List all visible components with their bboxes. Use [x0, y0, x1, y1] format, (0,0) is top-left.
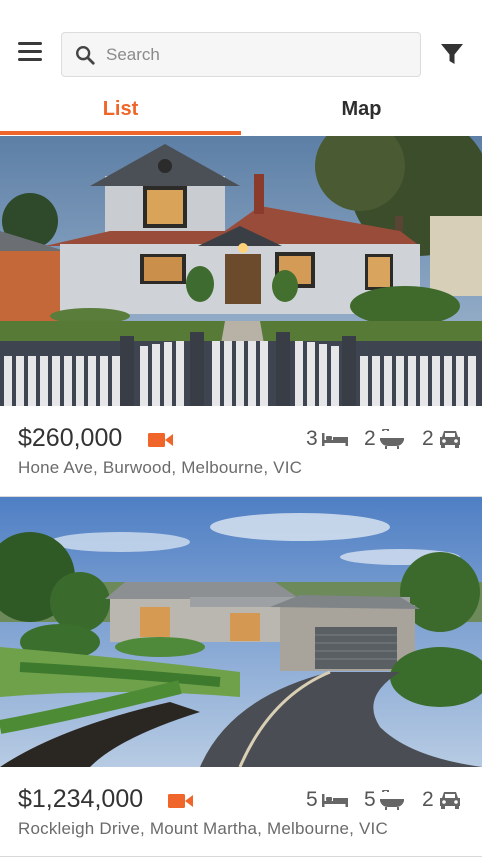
search-input[interactable]	[106, 33, 406, 76]
menu-button[interactable]	[18, 42, 44, 66]
car-icon	[439, 431, 460, 448]
parking-count-value: 2	[422, 427, 434, 450]
listing-price: $260,000	[18, 424, 123, 452]
video-icon[interactable]	[148, 431, 174, 449]
view-tabs: List Map	[0, 92, 482, 136]
search-icon	[76, 46, 95, 65]
video-icon[interactable]	[168, 792, 194, 810]
bedroom-count: 5	[306, 788, 348, 812]
bedroom-count-value: 5	[306, 788, 318, 811]
bedroom-count: 3	[306, 427, 348, 451]
listing-card[interactable]: $1,234,000 Rockleigh Drive, Mount Martha…	[0, 497, 482, 858]
bathtub-icon	[379, 790, 404, 810]
app-header	[0, 0, 482, 92]
filter-icon[interactable]	[440, 42, 464, 66]
listing-address: Rockleigh Drive, Mount Martha, Melbourne…	[18, 819, 388, 838]
bathroom-count: 2	[364, 427, 404, 451]
active-tab-indicator	[0, 131, 241, 135]
tab-list[interactable]: List	[0, 92, 241, 136]
listing-price: $1,234,000	[18, 785, 144, 813]
car-icon	[439, 792, 460, 809]
listing-divider	[0, 856, 482, 857]
parking-count: 2	[422, 427, 462, 451]
listing-card[interactable]: $260,000 Hone Ave, Burwood, Melbourne, V…	[0, 136, 482, 496]
bed-icon	[321, 433, 348, 446]
listing-photo[interactable]	[0, 136, 482, 406]
search-bar[interactable]	[61, 32, 421, 77]
bathroom-count-value: 5	[364, 788, 376, 811]
parking-count: 2	[422, 788, 462, 812]
listing-photo[interactable]	[0, 497, 482, 767]
bed-icon	[321, 794, 348, 807]
bathroom-count-value: 2	[364, 427, 376, 450]
parking-count-value: 2	[422, 788, 434, 811]
hamburger-icon	[18, 42, 42, 45]
listing-address: Hone Ave, Burwood, Melbourne, VIC	[18, 458, 303, 477]
bathroom-count: 5	[364, 788, 404, 812]
bedroom-count-value: 3	[306, 427, 318, 450]
bathtub-icon	[379, 429, 404, 449]
tab-map[interactable]: Map	[241, 92, 482, 136]
